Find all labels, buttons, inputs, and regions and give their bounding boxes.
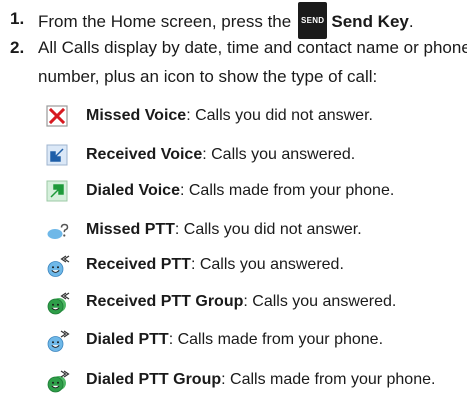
missed-ptt-icon (46, 219, 69, 241)
call-type-name: Received PTT Group (86, 293, 244, 310)
received-voice-icon (46, 144, 68, 166)
call-type-name: Dialed PTT Group (86, 371, 222, 388)
call-type-name: Received PTT (86, 256, 191, 273)
step-1-period: . (408, 11, 414, 31)
received-ptt-icon (46, 254, 70, 277)
call-type-name: Missed Voice (86, 107, 187, 124)
send-key-label: Send Key (331, 11, 409, 31)
step-number: 1. (10, 9, 25, 28)
step-1-text: From the Home screen, press the (38, 11, 292, 31)
call-type-desc: : Calls you answered. (190, 256, 344, 273)
call-type-desc: : Calls you answered. (243, 293, 397, 310)
call-type-name: Dialed PTT (86, 331, 169, 348)
call-type-name: Missed PTT (86, 221, 175, 238)
call-type-desc: : Calls you did not answer. (174, 221, 362, 238)
call-type-desc: : Calls you did not answer. (186, 107, 373, 124)
call-type-desc: : Calls made from your phone. (221, 371, 436, 388)
call-type-desc: : Calls made from your phone. (168, 331, 384, 348)
call-type-desc: : Calls made from your phone. (179, 182, 395, 199)
call-type-name: Received Voice (86, 146, 203, 163)
step-number: 2. (10, 38, 25, 57)
step-text-line-2: number, plus an icon to show the type of… (38, 67, 378, 86)
dialed-voice-icon (46, 180, 68, 202)
call-type-name: Dialed Voice (86, 182, 180, 199)
dialed-ptt-group-icon (46, 369, 70, 393)
step-text-line-1: All Calls display by date, time and cont… (38, 38, 467, 57)
received-ptt-group-icon (46, 291, 70, 315)
call-type-desc: : Calls you answered. (202, 146, 356, 163)
dialed-ptt-icon (46, 329, 70, 352)
missed-voice-icon (46, 105, 68, 127)
